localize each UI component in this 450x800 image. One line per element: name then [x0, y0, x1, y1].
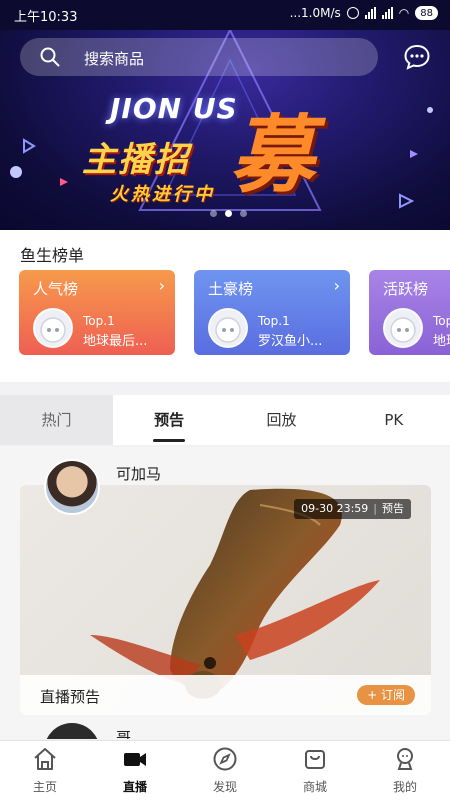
- search-placeholder: 搜索商品: [84, 50, 145, 68]
- ranking-card-wealth[interactable]: 土豪榜 › Top.1 罗汉鱼小...: [194, 270, 350, 355]
- nav-label: 发现: [212, 780, 237, 794]
- next-host-name[interactable]: 哥: [116, 727, 131, 739]
- ranking-position: Top.1: [258, 314, 290, 328]
- tab-replay[interactable]: 回放: [225, 395, 337, 445]
- carousel-dot: [210, 210, 217, 217]
- network-speed: ...1.0M/s: [289, 6, 341, 20]
- banner-subheadline: 火热进行中: [110, 184, 215, 205]
- avatar: [33, 308, 73, 348]
- nav-label: 主页: [32, 780, 57, 794]
- ranking-card-popularity[interactable]: 人气榜 › Top.1 地球最后...: [19, 270, 175, 355]
- carousel-dot-active: [225, 210, 232, 217]
- signal-icon: [364, 7, 376, 19]
- video-camera-icon: [124, 753, 146, 766]
- ranking-cards: 人气榜 › Top.1 地球最后... 土豪榜 › Top.1 罗汉鱼小... …: [19, 270, 450, 355]
- status-time: 上午10:33: [14, 10, 78, 25]
- live-preview-label: 直播预告: [40, 688, 101, 706]
- avatar: [383, 308, 423, 348]
- bottom-navigation: 主页 直播 发现 商城 我的: [0, 740, 450, 800]
- battery-icon: 88: [415, 6, 438, 20]
- shopping-bag-icon: [305, 750, 325, 769]
- nav-profile[interactable]: 我的: [360, 741, 450, 800]
- ranking-position: Top.1: [83, 314, 115, 328]
- ranking-position: Top: [433, 314, 450, 328]
- ranking-user-name: 罗汉鱼小...: [258, 334, 323, 349]
- default-avatar-icon: [215, 317, 241, 343]
- message-icon[interactable]: [403, 43, 431, 71]
- next-host-avatar[interactable]: [44, 723, 100, 739]
- wifi-icon: ◠: [398, 6, 410, 20]
- search-bar[interactable]: 搜索商品: [20, 38, 378, 76]
- nav-store[interactable]: 商城: [270, 741, 360, 800]
- badge-divider: |: [373, 502, 377, 515]
- host-avatar[interactable]: [44, 459, 100, 515]
- ranking-card-title: 活跃榜: [383, 280, 429, 298]
- schedule-time: 09-30 23:59: [301, 502, 369, 515]
- search-icon: [40, 47, 60, 67]
- content-tabs: 热门 预告 回放 PK: [0, 395, 450, 445]
- profile-icon: [397, 748, 413, 770]
- chevron-right-icon: ›: [158, 276, 165, 295]
- signal-icon-2: [381, 7, 393, 19]
- carousel-indicator: [210, 210, 247, 217]
- status-icons: ...1.0M/s ◠ 88: [290, 6, 438, 20]
- status-bar: 上午10:33 ...1.0M/s ◠ 88: [0, 0, 450, 30]
- ranking-card-active[interactable]: 活跃榜 Top 地球: [369, 270, 450, 355]
- nav-live[interactable]: 直播: [90, 741, 180, 800]
- default-avatar-icon: [40, 317, 66, 343]
- ranking-section: 鱼生榜单 人气榜 › Top.1 地球最后... 土豪榜 › Top.1 罗汉鱼…: [0, 230, 450, 382]
- ranking-title: 鱼生榜单: [20, 246, 85, 265]
- banner-big-character: 募: [230, 106, 315, 204]
- ranking-card-title: 土豪榜: [208, 280, 254, 298]
- default-avatar-icon: [390, 317, 416, 343]
- nav-label: 我的: [392, 780, 417, 794]
- schedule-type: 预告: [382, 502, 404, 515]
- nav-label: 商城: [302, 780, 327, 794]
- ranking-card-title: 人气榜: [33, 280, 79, 298]
- tab-preview[interactable]: 预告: [113, 395, 225, 445]
- banner-headline: 主播招: [82, 140, 190, 180]
- avatar: [208, 308, 248, 348]
- nav-home[interactable]: 主页: [0, 741, 90, 800]
- alarm-icon: [346, 7, 359, 19]
- app-root: 上午10:33 ...1.0M/s ◠ 88 搜索商品 JION US 主播招 …: [0, 0, 450, 800]
- schedule-badge: 09-30 23:59 | 预告: [294, 499, 411, 519]
- banner-join-us-text: JION US: [110, 92, 238, 125]
- host-name[interactable]: 可加马: [116, 463, 161, 484]
- live-card-footer: 直播预告 + 订阅: [20, 675, 431, 715]
- promo-banner[interactable]: 上午10:33 ...1.0M/s ◠ 88 搜索商品 JION US 主播招 …: [0, 0, 450, 230]
- tab-hot[interactable]: 热门: [0, 395, 113, 445]
- tab-pk[interactable]: PK: [338, 395, 450, 445]
- subscribe-button[interactable]: + 订阅: [357, 685, 415, 705]
- preview-feed: 09-30 23:59 | 预告 直播预告 + 订阅 可加马 哥: [0, 447, 450, 739]
- nav-discover[interactable]: 发现: [180, 741, 270, 800]
- ranking-user-name: 地球: [433, 334, 450, 349]
- home-icon: [34, 748, 56, 770]
- carousel-dot: [240, 210, 247, 217]
- live-preview-card[interactable]: 09-30 23:59 | 预告 直播预告 + 订阅: [20, 485, 431, 715]
- ranking-user-name: 地球最后...: [83, 334, 148, 349]
- nav-label: 直播: [122, 780, 147, 794]
- compass-icon: [213, 747, 237, 771]
- chevron-right-icon: ›: [333, 276, 340, 295]
